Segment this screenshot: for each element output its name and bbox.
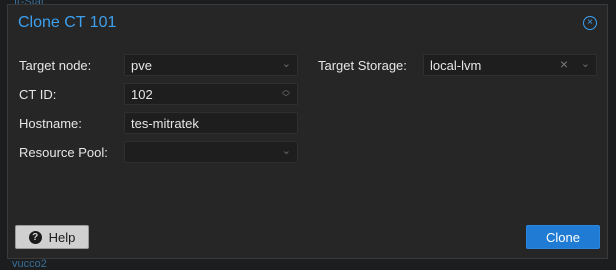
dialog-titlebar: Clone CT 101 ×	[8, 5, 607, 39]
ct-id-value: 102	[131, 87, 153, 102]
ct-id-label: CT ID:	[19, 87, 57, 102]
spinner-icon[interactable]: ︿ ﹀	[281, 85, 291, 103]
clear-icon[interactable]: ×	[560, 56, 568, 72]
target-node-value: pve	[131, 58, 152, 73]
hostname-value: tes-mitratek	[131, 116, 199, 131]
help-button[interactable]: ? Help	[15, 225, 89, 249]
background-fragment-bottom: vucco2	[12, 258, 47, 270]
target-storage-label: Target Storage:	[318, 58, 407, 73]
resource-pool-label: Resource Pool:	[19, 145, 108, 160]
clone-button[interactable]: Clone	[526, 225, 600, 249]
target-storage-value: local-lvm	[430, 58, 482, 73]
clone-dialog: Clone CT 101 × Target node: pve ⌄ CT ID:…	[7, 4, 608, 259]
question-circle-icon: ?	[28, 230, 42, 244]
close-icon[interactable]: ×	[583, 16, 597, 30]
target-node-label: Target node:	[19, 58, 92, 73]
dialog-title: Clone CT 101	[18, 14, 117, 31]
resource-pool-select[interactable]: ⌄	[124, 141, 298, 163]
hostname-label: Hostname:	[19, 116, 82, 131]
help-button-label: Help	[48, 229, 76, 245]
clone-button-label: Clone	[546, 229, 580, 245]
ct-id-field[interactable]: 102 ︿ ﹀	[124, 83, 298, 105]
target-storage-select[interactable]: local-lvm × ⌄	[423, 54, 597, 76]
chevron-down-icon[interactable]: ⌄	[282, 57, 291, 70]
chevron-down-icon[interactable]: ⌄	[282, 144, 291, 157]
chevron-down-icon[interactable]: ⌄	[581, 57, 590, 70]
target-node-select[interactable]: pve ⌄	[124, 54, 298, 76]
hostname-field[interactable]: tes-mitratek	[124, 112, 298, 134]
